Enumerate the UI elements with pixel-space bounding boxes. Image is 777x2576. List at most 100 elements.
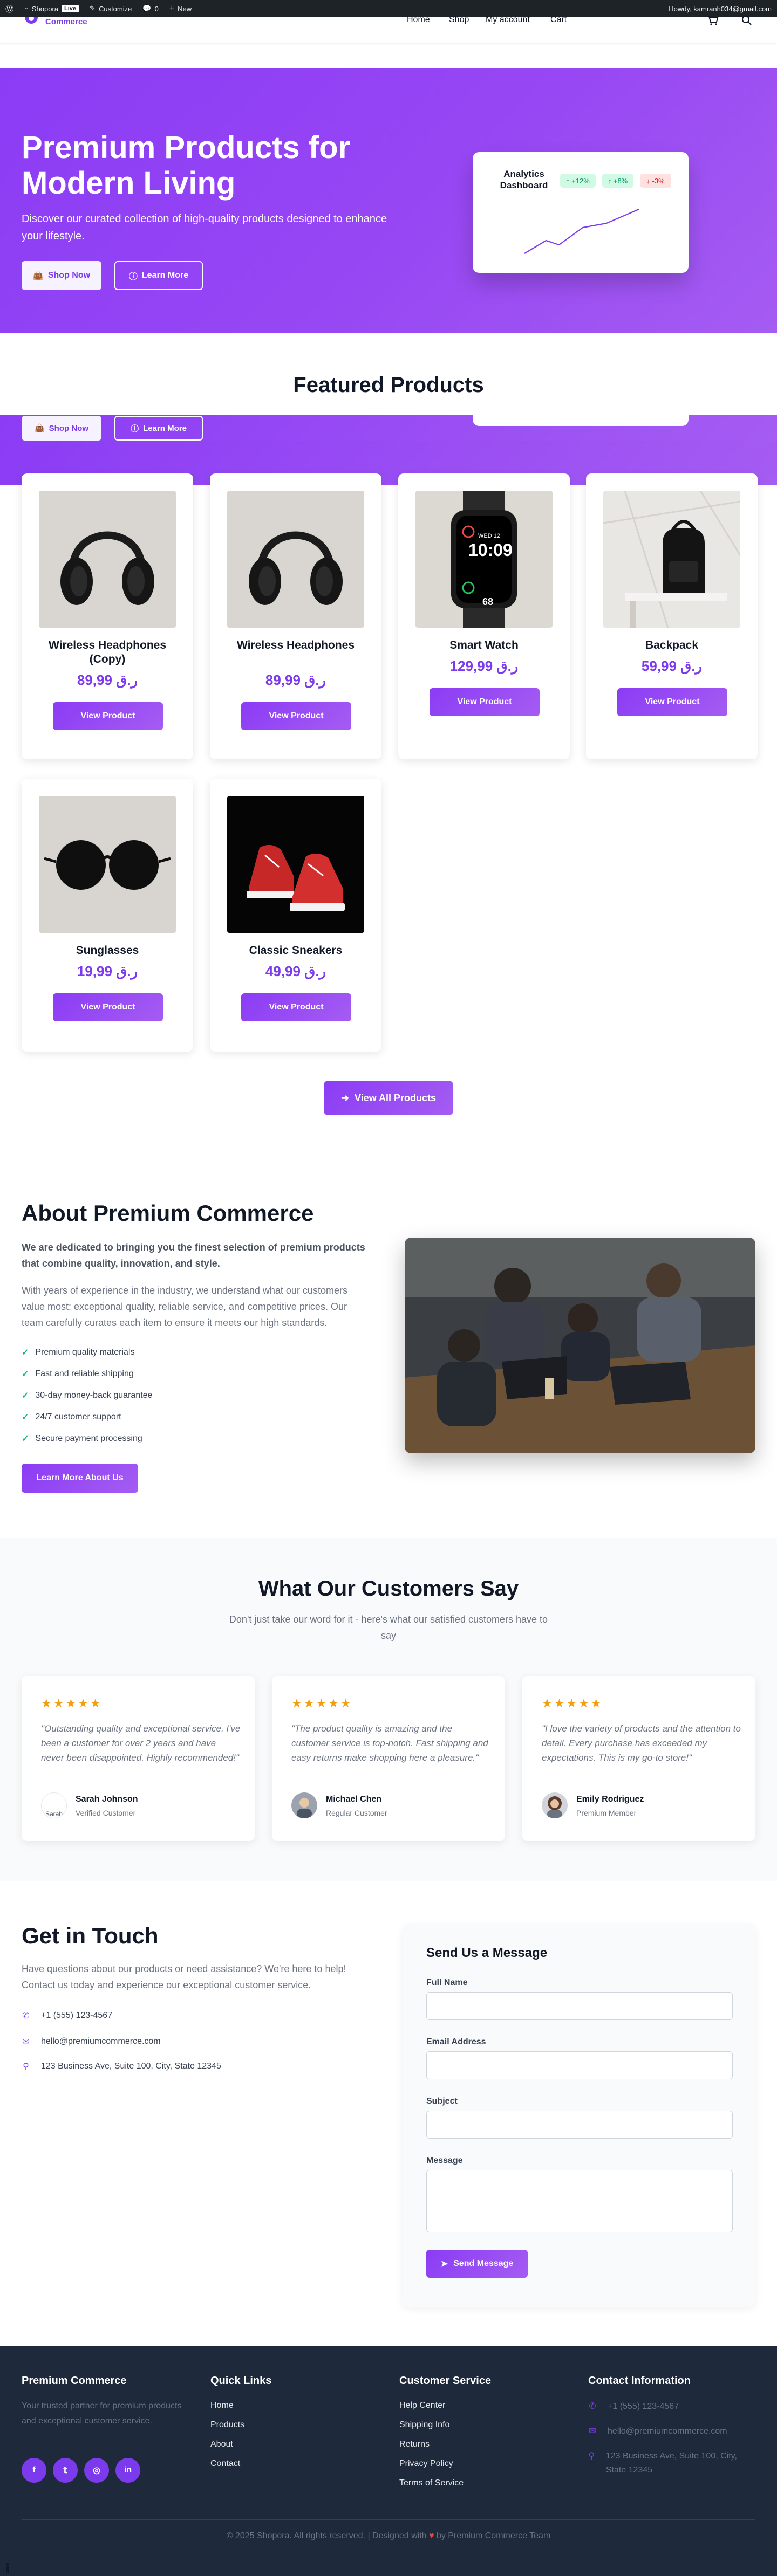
brush-icon: ✎: [90, 4, 96, 12]
about-body: With years of experience in the industry…: [22, 1285, 347, 1328]
testimonial-name: Sarah Johnson: [76, 1795, 138, 1804]
product-name: Wireless Headphones (Copy): [48, 639, 167, 665]
feature-item: ✓ 24/7 customer support: [22, 1412, 121, 1422]
view-product-button[interactable]: View Product: [53, 702, 163, 730]
footer-link-home[interactable]: Home: [210, 2401, 234, 2410]
quick-links-title: Quick Links: [210, 2375, 272, 2387]
footer-email[interactable]: ✉ hello@premiumcommerce.com: [588, 2424, 727, 2438]
bag-icon: 👜: [32, 271, 44, 280]
facebook-icon[interactable]: f: [22, 2458, 46, 2483]
linkedin-icon[interactable]: in: [115, 2458, 140, 2483]
customize-link[interactable]: ✎ Customize: [84, 0, 137, 17]
account-menu[interactable]: Howdy, kamranh034@gmail.com: [663, 0, 777, 17]
footer-link-privacy-policy[interactable]: Privacy Policy: [399, 2459, 453, 2469]
avatar: [291, 1792, 317, 1818]
phone-icon: ✆: [589, 2402, 596, 2411]
footer-link-about[interactable]: About: [210, 2440, 233, 2449]
comments-link[interactable]: 💬 0: [137, 0, 163, 17]
send-message-button[interactable]: ➤ Send Message: [426, 2250, 528, 2278]
product-image-sneakers[interactable]: [227, 796, 364, 933]
view-product-button[interactable]: View Product: [241, 702, 351, 730]
ghost-learn-more-label: Learn More: [143, 423, 187, 433]
home-icon: ⌂: [24, 4, 29, 13]
product-price: ر.ق 89,99: [77, 672, 138, 688]
avatar-alt-text: Sarah: [45, 1810, 63, 1818]
nav-home[interactable]: Home: [407, 15, 430, 25]
learn-more-about-us-button[interactable]: Learn More About Us: [22, 1464, 138, 1493]
message-textarea[interactable]: [426, 2170, 733, 2232]
send-message-label: Send Message: [453, 2259, 514, 2268]
footer-link-returns[interactable]: Returns: [399, 2440, 430, 2449]
footer-link-products[interactable]: Products: [210, 2420, 244, 2430]
shop-now-button[interactable]: 👜 Shop Now: [22, 261, 101, 290]
contact-email[interactable]: ✉ hello@premiumcommerce.com: [22, 2036, 160, 2047]
product-card[interactable]: Wireless Headphones ر.ق 89,99 View Produ…: [210, 473, 381, 759]
product-image-sunglasses[interactable]: [39, 796, 176, 933]
view-all-label: View All Products: [355, 1092, 437, 1103]
twitter-icon[interactable]: 𝕥: [53, 2458, 78, 2483]
cart-icon[interactable]: [707, 15, 719, 26]
customize-label: Customize: [98, 4, 132, 13]
watch-value: 68: [482, 596, 494, 607]
info-icon: ⓘ: [128, 272, 138, 281]
paper-plane-icon: ➤: [440, 2259, 448, 2269]
product-name: Wireless Headphones: [236, 639, 355, 651]
full-name-input[interactable]: [426, 1992, 733, 2020]
search-icon[interactable]: [741, 15, 752, 26]
product-name: Classic Sneakers: [249, 944, 343, 957]
view-product-button[interactable]: View Product: [617, 688, 727, 716]
view-product-button[interactable]: View Product: [241, 993, 351, 1021]
footer-link-shipping-info[interactable]: Shipping Info: [399, 2420, 449, 2430]
logo-icon[interactable]: [24, 17, 39, 28]
footer-divider: [22, 2519, 755, 2520]
trend-line-chart: [524, 208, 639, 254]
analytics-dashboard-card: Analytics Dashboard ↑ +12% ↑ +8% ↓ -3%: [473, 152, 689, 273]
subject-input[interactable]: [426, 2111, 733, 2139]
testimonial-role: Verified Customer: [76, 1809, 136, 1817]
view-all-products-button[interactable]: ➜ View All Products: [324, 1081, 453, 1115]
footer-phone[interactable]: ✆ +1 (555) 123-4567: [588, 2400, 679, 2414]
site-name-menu[interactable]: ⌂ Shopora Live: [19, 0, 84, 17]
footer-link-terms[interactable]: Terms of Service: [399, 2478, 464, 2488]
nav-shop[interactable]: Shop: [449, 15, 469, 25]
product-image-smartwatch[interactable]: WED 12 10:09 68: [415, 491, 553, 628]
contact-form: Send Us a Message Full Name Email Addres…: [403, 1924, 755, 2307]
view-product-button[interactable]: View Product: [53, 993, 163, 1021]
product-card[interactable]: Classic Sneakers ر.ق 49,99 View Product: [210, 779, 381, 1052]
email-input[interactable]: [426, 2051, 733, 2079]
site-name: Shopora: [31, 4, 59, 13]
product-card[interactable]: Backpack ر.ق 59,99 View Product: [586, 473, 758, 759]
site-header: Commerce Home Shop My account Cart: [0, 15, 777, 43]
product-image-backpack[interactable]: [603, 491, 740, 628]
learn-more-button[interactable]: ⓘ Learn More: [114, 261, 203, 290]
product-card[interactable]: WED 12 10:09 68 Smart Watch ر.ق 129,99 V…: [398, 473, 570, 759]
product-name: Backpack: [645, 639, 699, 651]
footer-link-contact[interactable]: Contact: [210, 2459, 240, 2469]
footer-address: ⚲ 123 Business Ave, Suite 100, City, Stat…: [588, 2449, 750, 2477]
wordpress-menu[interactable]: Ⓦ: [0, 0, 19, 17]
footer-link-help-center[interactable]: Help Center: [399, 2401, 445, 2410]
nav-my-account[interactable]: My account: [486, 15, 530, 25]
subject-label: Subject: [426, 2097, 458, 2106]
footer-brand: Premium Commerce: [22, 2375, 127, 2387]
new-content-menu[interactable]: + New: [164, 0, 197, 17]
accessibility-icon[interactable]: [3, 2563, 12, 2573]
contact-address: ⚲ 123 Business Ave, Suite 100, City, Stat…: [22, 2061, 221, 2072]
contact-phone[interactable]: ✆ +1 (555) 123-4567: [22, 2010, 112, 2021]
avatar: Sarah: [41, 1792, 67, 1818]
learn-more-label: Learn More: [141, 271, 189, 280]
ghost-shop-now-button[interactable]: 👜 Shop Now: [22, 416, 101, 441]
product-image-headphones[interactable]: [227, 491, 364, 628]
nav-cart[interactable]: Cart: [550, 15, 567, 25]
view-product-button[interactable]: View Product: [430, 688, 540, 716]
product-card[interactable]: Wireless Headphones (Copy) ر.ق 89,99 Vie…: [22, 473, 193, 759]
feature-item: ✓ Fast and reliable shipping: [22, 1369, 134, 1379]
bag-icon: 👜: [34, 424, 45, 433]
product-card[interactable]: Sunglasses ر.ق 19,99 View Product: [22, 779, 193, 1052]
product-image-headphones[interactable]: [39, 491, 176, 628]
logo-text[interactable]: Commerce: [45, 17, 87, 26]
ghost-learn-more-button[interactable]: ⓘ Learn More: [114, 416, 203, 441]
instagram-icon[interactable]: ◎: [84, 2458, 109, 2483]
ghost-shop-now-label: Shop Now: [49, 423, 88, 433]
about-lead: We are dedicated to bringing you the fin…: [22, 1242, 365, 1269]
